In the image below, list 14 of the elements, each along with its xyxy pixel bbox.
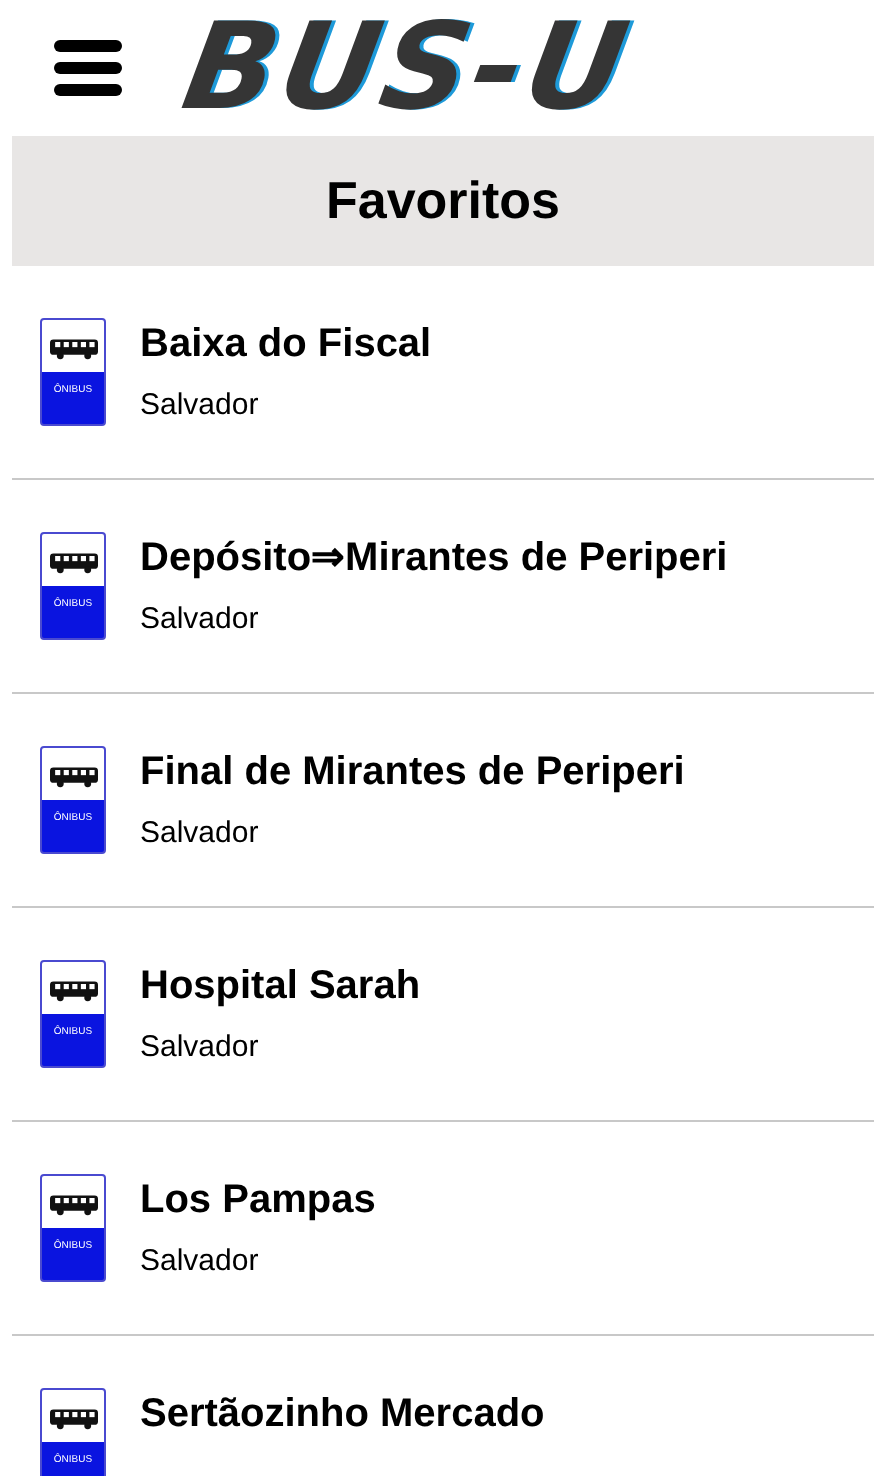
city-label: Salvador (140, 388, 261, 422)
menu-icon[interactable] (54, 38, 122, 98)
stop-name: Final de Mirantes de Periperi (140, 748, 685, 798)
city-label: Salvador (140, 816, 261, 850)
city-label: Salvador (140, 602, 261, 636)
stop-name: Baixa do Fiscal (140, 320, 432, 370)
stop-name: Sertãozinho Mercado (140, 1390, 545, 1440)
logo: BUS-U (174, 4, 640, 132)
city-label: Salvador (140, 1030, 261, 1064)
city-label: Salvador (140, 1244, 261, 1278)
stop-name: Depósito⇒Mirantes de Periperi (140, 534, 728, 584)
stop-name: Hospital Sarah (140, 962, 421, 1012)
stop-name: Los Pampas (140, 1176, 376, 1226)
section-title: Favoritos (12, 136, 874, 266)
